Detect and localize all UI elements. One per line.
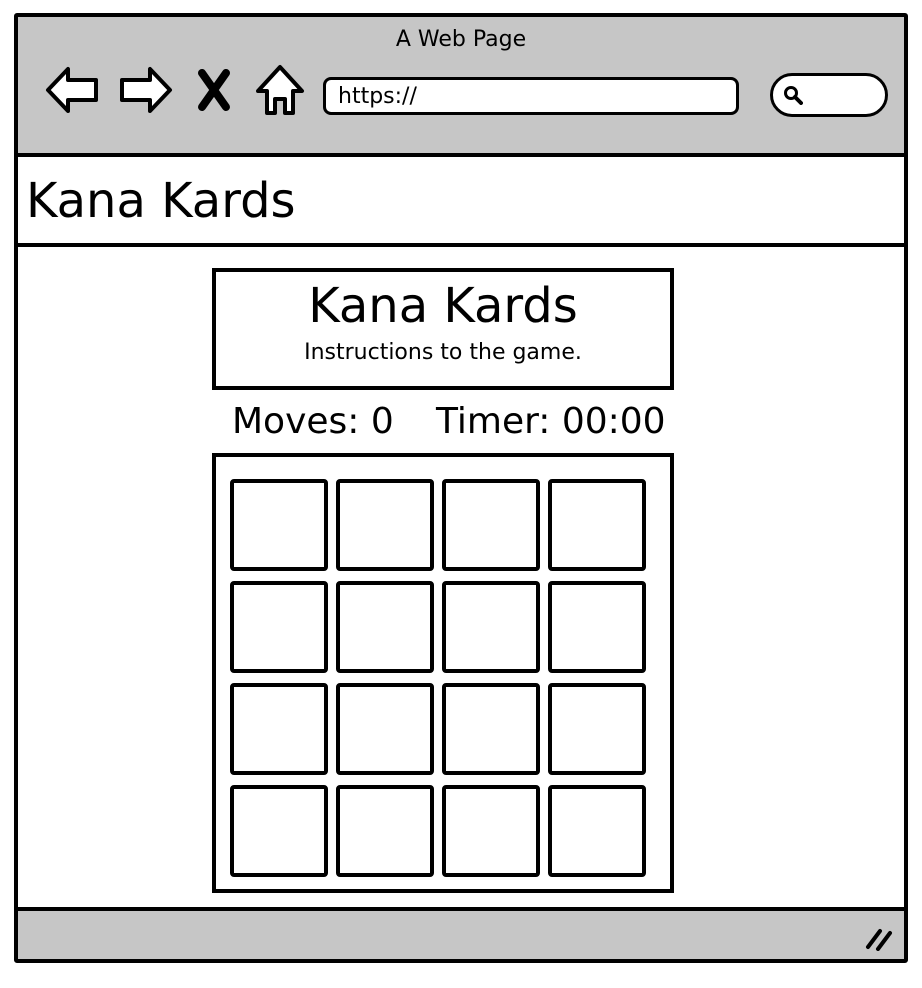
app-header: Kana Kards xyxy=(18,157,904,247)
app-title: Kana Kards xyxy=(26,173,296,229)
card-r4-c2[interactable] xyxy=(336,785,434,877)
game-timer: Timer: 00:00 xyxy=(436,401,666,442)
browser-search-input[interactable] xyxy=(770,73,888,117)
card-r4-c1[interactable] xyxy=(230,785,328,877)
card-r2-c2[interactable] xyxy=(336,581,434,673)
card-r4-c3[interactable] xyxy=(442,785,540,877)
back-arrow-icon[interactable] xyxy=(44,63,100,117)
card-r4-c4[interactable] xyxy=(548,785,646,877)
card-r3-c3[interactable] xyxy=(442,683,540,775)
card-grid xyxy=(230,479,650,881)
card-r1-c2[interactable] xyxy=(336,479,434,571)
close-icon[interactable] xyxy=(190,63,238,117)
card-r1-c1[interactable] xyxy=(230,479,328,571)
game-instructions: Instructions to the game. xyxy=(304,340,582,365)
card-r1-c3[interactable] xyxy=(442,479,540,571)
card-r3-c4[interactable] xyxy=(548,683,646,775)
home-icon[interactable] xyxy=(252,63,308,117)
game-board xyxy=(212,453,674,893)
forward-arrow-icon[interactable] xyxy=(118,63,174,117)
card-r3-c1[interactable] xyxy=(230,683,328,775)
window-title: A Web Page xyxy=(395,27,527,52)
browser-toolbar: A Web Page https:// xyxy=(18,17,904,157)
url-text: https:// xyxy=(338,84,417,109)
resize-grip-icon[interactable] xyxy=(864,925,894,951)
game-stats: Moves: 0 Timer: 00:00 xyxy=(228,399,668,445)
card-r2-c1[interactable] xyxy=(230,581,328,673)
status-bar xyxy=(18,907,904,959)
game-title: Kana Kards xyxy=(308,278,578,334)
search-icon xyxy=(784,86,803,105)
card-r3-c2[interactable] xyxy=(336,683,434,775)
moves-counter: Moves: 0 xyxy=(232,401,394,442)
url-input[interactable]: https:// xyxy=(323,77,739,115)
card-r2-c4[interactable] xyxy=(548,581,646,673)
game-info-panel: Kana Kards Instructions to the game. xyxy=(212,268,674,390)
card-r2-c3[interactable] xyxy=(442,581,540,673)
card-r1-c4[interactable] xyxy=(548,479,646,571)
browser-window: A Web Page https:// Kana Kards Kana Kard… xyxy=(14,13,908,963)
